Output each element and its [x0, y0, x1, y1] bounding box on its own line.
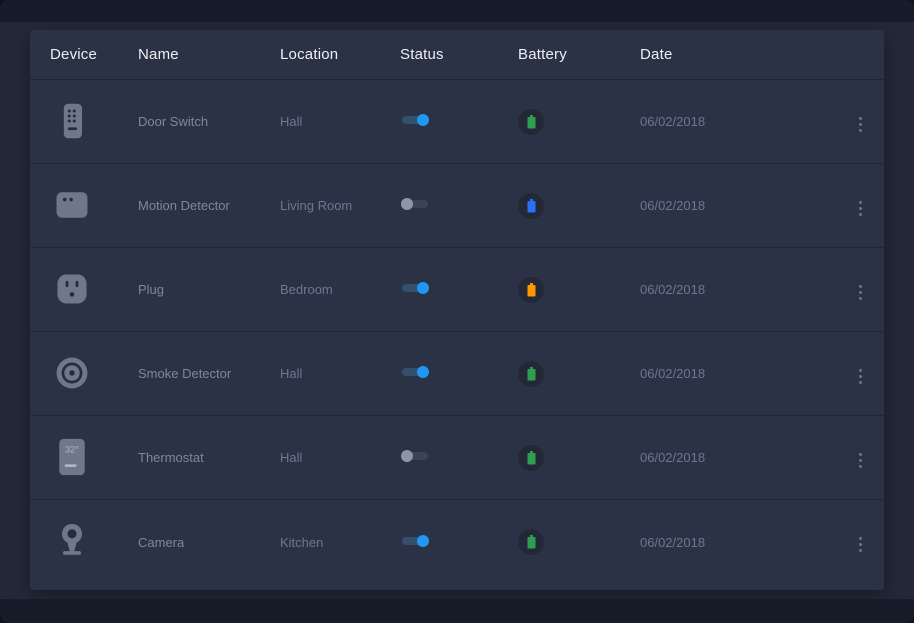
device-date: 06/02/2018 — [640, 198, 836, 213]
device-name: Door Switch — [138, 114, 280, 129]
table-body: Door Switch Hall 06/02/2018 Motion Detec… — [30, 80, 884, 584]
device-date: 06/02/2018 — [640, 535, 836, 550]
table-header: Device Name Location Status Battery Date — [30, 30, 884, 80]
column-header-location: Location — [280, 46, 400, 63]
device-location: Hall — [280, 450, 400, 465]
top-bar — [0, 0, 914, 22]
status-cell — [400, 196, 518, 215]
device-name: Smoke Detector — [138, 366, 280, 381]
column-header-name: Name — [138, 46, 280, 63]
device-location: Living Room — [280, 198, 400, 213]
column-header-status: Status — [400, 46, 518, 63]
app-window: Device Name Location Status Battery Date… — [0, 0, 914, 623]
row-menu-button[interactable] — [853, 365, 868, 388]
svg-text:32°: 32° — [65, 444, 79, 454]
row-menu-button[interactable] — [853, 197, 868, 220]
battery-indicator — [518, 193, 544, 219]
battery-indicator — [518, 529, 544, 555]
row-menu-button[interactable] — [853, 113, 868, 136]
device-date: 06/02/2018 — [640, 282, 836, 297]
battery-indicator — [518, 277, 544, 303]
battery-cell — [518, 529, 640, 555]
row-menu-button[interactable] — [853, 449, 868, 472]
device-name: Plug — [138, 282, 280, 297]
status-cell — [400, 112, 518, 131]
row-menu-button[interactable] — [853, 533, 868, 556]
toggle-knob — [417, 535, 429, 547]
battery-cell — [518, 109, 640, 135]
battery-cell — [518, 361, 640, 387]
device-table-card: Device Name Location Status Battery Date… — [30, 30, 884, 590]
status-toggle[interactable] — [400, 364, 430, 380]
toggle-knob — [417, 366, 429, 378]
bottom-bar — [0, 599, 914, 623]
device-location: Bedroom — [280, 282, 400, 297]
device-location: Hall — [280, 114, 400, 129]
battery-icon — [527, 535, 536, 549]
menu-cell — [853, 528, 868, 556]
smoke-icon — [50, 351, 94, 395]
status-cell — [400, 533, 518, 552]
toggle-knob — [417, 114, 429, 126]
battery-icon — [527, 367, 536, 381]
battery-indicator — [518, 445, 544, 471]
status-toggle[interactable] — [400, 448, 430, 464]
table-row: Plug Bedroom 06/02/2018 — [30, 248, 884, 332]
device-date: 06/02/2018 — [640, 450, 836, 465]
status-cell — [400, 280, 518, 299]
toggle-knob — [401, 198, 413, 210]
status-cell — [400, 364, 518, 383]
battery-icon — [527, 115, 536, 129]
table-row: Smoke Detector Hall 06/02/2018 — [30, 332, 884, 416]
battery-cell — [518, 193, 640, 219]
battery-icon — [527, 283, 536, 297]
status-toggle[interactable] — [400, 280, 430, 296]
device-date: 06/02/2018 — [640, 114, 836, 129]
menu-cell — [853, 444, 868, 472]
motion-icon — [50, 183, 94, 227]
battery-icon — [527, 199, 536, 213]
menu-cell — [853, 108, 868, 136]
thermostat-icon: 32° — [50, 435, 94, 479]
table-row: Camera Kitchen 06/02/2018 — [30, 500, 884, 584]
battery-indicator — [518, 361, 544, 387]
row-menu-button[interactable] — [853, 281, 868, 304]
device-location: Kitchen — [280, 535, 400, 550]
table-row: 32° Thermostat Hall 06/02/2018 — [30, 416, 884, 500]
column-header-battery: Battery — [518, 46, 640, 63]
device-name: Camera — [138, 535, 280, 550]
table-row: Door Switch Hall 06/02/2018 — [30, 80, 884, 164]
table-row: Motion Detector Living Room 06/02/2018 — [30, 164, 884, 248]
device-cell: 32° — [50, 435, 138, 480]
toggle-knob — [417, 282, 429, 294]
battery-cell — [518, 277, 640, 303]
device-cell — [50, 99, 138, 144]
device-cell — [50, 183, 138, 228]
device-name: Motion Detector — [138, 198, 280, 213]
menu-cell — [853, 360, 868, 388]
camera-icon — [50, 520, 94, 564]
device-date: 06/02/2018 — [640, 366, 836, 381]
column-header-device: Device — [50, 46, 138, 63]
device-location: Hall — [280, 366, 400, 381]
toggle-knob — [401, 450, 413, 462]
device-name: Thermostat — [138, 450, 280, 465]
device-cell — [50, 267, 138, 312]
status-toggle[interactable] — [400, 533, 430, 549]
remote-icon — [50, 99, 94, 143]
column-header-date: Date — [640, 46, 836, 63]
battery-cell — [518, 445, 640, 471]
status-toggle[interactable] — [400, 196, 430, 212]
battery-icon — [527, 451, 536, 465]
device-cell — [50, 520, 138, 565]
device-cell — [50, 351, 138, 396]
status-cell — [400, 448, 518, 467]
plug-icon — [50, 267, 94, 311]
menu-cell — [853, 192, 868, 220]
menu-cell — [853, 276, 868, 304]
status-toggle[interactable] — [400, 112, 430, 128]
battery-indicator — [518, 109, 544, 135]
